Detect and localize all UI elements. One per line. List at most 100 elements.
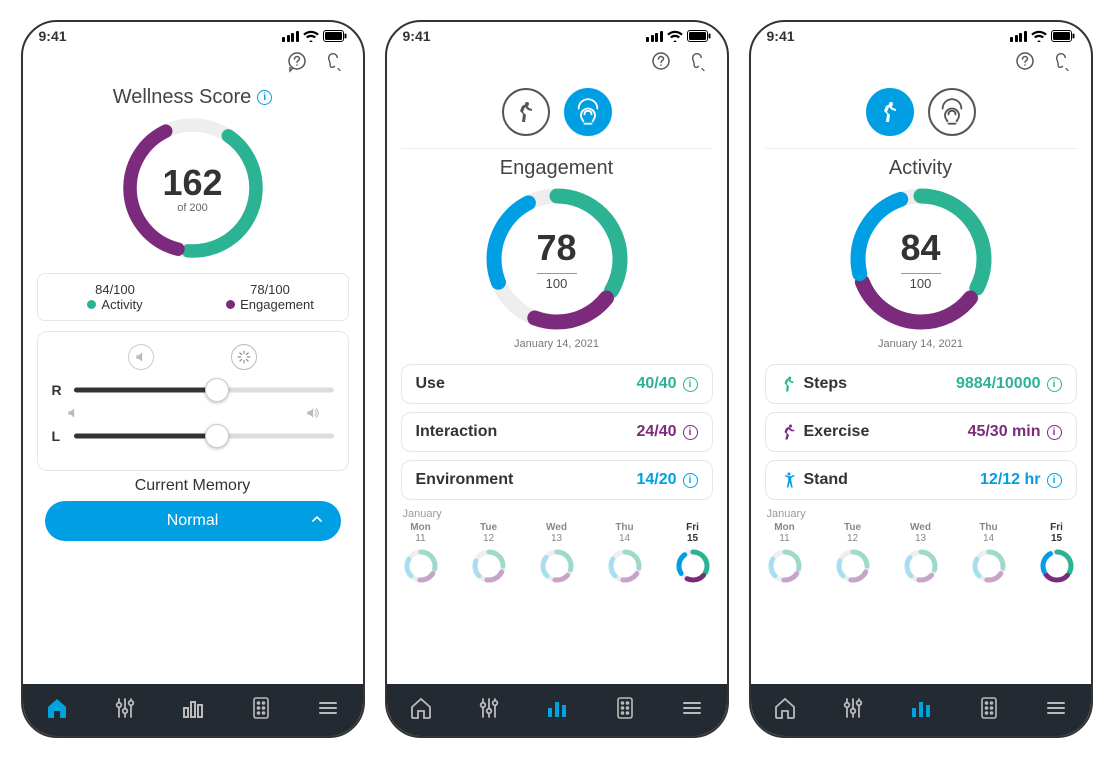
nav-menu[interactable]: [1044, 696, 1068, 725]
nav-home[interactable]: [409, 696, 433, 725]
page-title: Engagement: [401, 157, 713, 180]
mini-ring-icon: [401, 546, 441, 586]
volume-high-icon: [304, 406, 320, 420]
nav-home[interactable]: [45, 696, 69, 725]
signal-icon: [646, 31, 663, 42]
calendar-strip[interactable]: Mon11 Tue12 Wed13 Thu14 Fri15: [765, 522, 1077, 586]
tab-activity[interactable]: [866, 88, 914, 136]
row-interaction[interactable]: Interaction 24/40i: [401, 412, 713, 452]
status-bar: 9:41: [23, 22, 363, 46]
tab-engagement[interactable]: [564, 88, 612, 136]
engagement-label: Engagement: [240, 297, 314, 312]
run-icon: [780, 423, 798, 441]
signal-icon: [1010, 31, 1027, 42]
page-title: Wellness Score: [113, 86, 252, 109]
row-environment[interactable]: Environment 14/20 i: [401, 460, 713, 500]
row-stand[interactable]: Stand 12/12 hr i: [765, 460, 1077, 500]
status-icons: [1010, 30, 1075, 42]
nav-menu[interactable]: [316, 696, 340, 725]
mute-icon[interactable]: [128, 344, 154, 370]
hearing-aid-icon[interactable]: [683, 48, 711, 76]
nav-remote[interactable]: [978, 696, 1000, 725]
signal-icon: [282, 31, 299, 42]
battery-icon: [323, 30, 347, 42]
memory-value: Normal: [167, 512, 219, 530]
volume-low-icon: [66, 406, 80, 420]
status-icons: [282, 30, 347, 42]
screen-activity: 9:41 Activity: [749, 20, 1093, 738]
nav-adjust[interactable]: [841, 696, 865, 725]
right-volume-slider[interactable]: [74, 380, 334, 400]
screen-wellness: 9:41 Wellness Score i: [21, 20, 365, 738]
cal-day-active: Fri15: [1037, 522, 1077, 586]
row-use-value: 40/40: [636, 375, 676, 393]
help-icon[interactable]: [647, 48, 675, 76]
memory-selector[interactable]: Normal: [45, 501, 341, 541]
engagement-max: 100: [537, 273, 577, 291]
row-interaction-label: Interaction: [416, 423, 498, 441]
info-icon[interactable]: i: [683, 425, 698, 440]
mini-ring-icon: [765, 546, 805, 586]
cal-day: Thu14: [969, 522, 1009, 586]
left-volume-slider[interactable]: [74, 426, 334, 446]
tab-activity[interactable]: [502, 88, 550, 136]
cal-day: Wed13: [537, 522, 577, 586]
calendar-month: January: [767, 508, 1075, 520]
row-stand-label: Stand: [804, 471, 848, 489]
status-time: 9:41: [767, 28, 795, 44]
mini-ring-icon: [605, 546, 645, 586]
bottom-nav: [751, 684, 1091, 736]
date-label: January 14, 2021: [878, 338, 963, 350]
bottom-nav: [387, 684, 727, 736]
help-icon[interactable]: [283, 48, 311, 76]
row-environment-label: Environment: [416, 471, 514, 489]
page-title: Activity: [765, 157, 1077, 180]
wifi-icon: [1031, 30, 1047, 42]
row-exercise[interactable]: Exercise 45/30 mini: [765, 412, 1077, 452]
wellness-score-value: 162: [162, 162, 222, 204]
nav-stats[interactable]: [909, 696, 933, 725]
stand-icon: [780, 471, 798, 489]
row-environment-value: 14/20: [636, 471, 676, 489]
nav-stats[interactable]: [545, 696, 569, 725]
row-use[interactable]: Use 40/40i: [401, 364, 713, 404]
status-icons: [646, 30, 711, 42]
row-steps-value: 9884/10000: [956, 375, 1041, 393]
nav-adjust[interactable]: [477, 696, 501, 725]
battery-icon: [1051, 30, 1075, 42]
mini-ring-icon: [537, 546, 577, 586]
screen-engagement: 9:41 Engagement: [385, 20, 729, 738]
nav-remote[interactable]: [250, 696, 272, 725]
nav-adjust[interactable]: [113, 696, 137, 725]
nav-menu[interactable]: [680, 696, 704, 725]
info-icon[interactable]: i: [683, 473, 698, 488]
mini-ring-icon: [469, 546, 509, 586]
info-icon[interactable]: i: [257, 90, 272, 105]
cal-day: Mon11: [401, 522, 441, 586]
help-icon[interactable]: [1011, 48, 1039, 76]
activity-ring: 84 100: [846, 184, 996, 334]
mini-ring-icon: [833, 546, 873, 586]
wellness-score-max: of 200: [177, 202, 208, 214]
nav-home[interactable]: [773, 696, 797, 725]
nav-remote[interactable]: [614, 696, 636, 725]
info-icon[interactable]: i: [1047, 377, 1062, 392]
wellness-ring: 162 of 200: [118, 113, 268, 263]
mini-ring-icon: [901, 546, 941, 586]
info-icon[interactable]: i: [1047, 473, 1062, 488]
nav-stats[interactable]: [181, 696, 205, 725]
row-stand-value: 12/12 hr: [980, 471, 1040, 489]
hearing-aid-icon[interactable]: [1047, 48, 1075, 76]
tab-engagement[interactable]: [928, 88, 976, 136]
row-steps-label: Steps: [804, 375, 848, 393]
activity-score: 84/100: [95, 282, 135, 297]
info-icon[interactable]: i: [683, 377, 698, 392]
loading-icon[interactable]: [231, 344, 257, 370]
calendar-strip[interactable]: Mon11 Tue12 Wed13 Thu14 Fri15: [401, 522, 713, 586]
info-icon[interactable]: i: [1047, 425, 1062, 440]
hearing-aid-icon[interactable]: [319, 48, 347, 76]
row-steps[interactable]: Steps 9884/10000 i: [765, 364, 1077, 404]
chevron-up-icon: [309, 511, 325, 532]
row-exercise-label: Exercise: [804, 423, 870, 441]
mini-ring-icon: [673, 546, 713, 586]
